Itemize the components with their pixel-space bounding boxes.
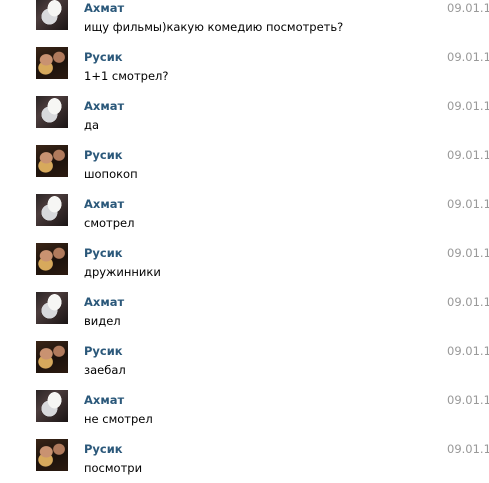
- message-text: видел: [84, 314, 121, 328]
- message-history: Ахмат ищу фильмы)какую комедию посмотрет…: [0, 0, 489, 483]
- message-row: Русик дружинники 09.01.13: [0, 238, 489, 287]
- message-row: Ахмат да 09.01.13: [0, 91, 489, 140]
- message-date[interactable]: 09.01.13: [447, 99, 489, 113]
- message-row: Русик 1+1 смотрел? 09.01.13: [0, 42, 489, 91]
- message-row: Ахмат ищу фильмы)какую комедию посмотрет…: [0, 0, 489, 42]
- author-link[interactable]: Русик: [84, 50, 123, 64]
- message-date[interactable]: 09.01.13: [447, 344, 489, 358]
- message-text: 1+1 смотрел?: [84, 69, 169, 83]
- avatar[interactable]: [36, 47, 68, 79]
- avatar[interactable]: [36, 145, 68, 177]
- avatar[interactable]: [36, 341, 68, 373]
- message-text: ищу фильмы)какую комедию посмотреть?: [84, 20, 344, 34]
- message-row: Русик заебал 09.01.13: [0, 336, 489, 385]
- message-text: заебал: [84, 363, 126, 377]
- author-link[interactable]: Русик: [84, 344, 123, 358]
- message-text: не смотрел: [84, 412, 153, 426]
- message-date[interactable]: 09.01.13: [447, 50, 489, 64]
- message-date[interactable]: 09.01.13: [447, 295, 489, 309]
- author-link[interactable]: Ахмат: [84, 295, 124, 309]
- message-row: Ахмат не смотрел 09.01.13: [0, 385, 489, 434]
- message-row: Ахмат видел 09.01.13: [0, 287, 489, 336]
- message-date[interactable]: 09.01.13: [447, 246, 489, 260]
- avatar[interactable]: [36, 390, 68, 422]
- message-date[interactable]: 09.01.13: [447, 148, 489, 162]
- message-text: да: [84, 118, 99, 132]
- author-link[interactable]: Ахмат: [84, 197, 124, 211]
- avatar[interactable]: [36, 243, 68, 275]
- avatar[interactable]: [36, 0, 68, 30]
- message-date[interactable]: 09.01.13: [447, 393, 489, 407]
- author-link[interactable]: Русик: [84, 442, 123, 456]
- author-link[interactable]: Русик: [84, 246, 123, 260]
- message-row: Ахмат смотрел 09.01.13: [0, 189, 489, 238]
- message-row: Русик шопокоп 09.01.13: [0, 140, 489, 189]
- message-text: смотрел: [84, 216, 135, 230]
- author-link[interactable]: Ахмат: [84, 1, 124, 15]
- message-row: Русик посмотри 09.01.13: [0, 434, 489, 483]
- avatar[interactable]: [36, 292, 68, 324]
- author-link[interactable]: Ахмат: [84, 393, 124, 407]
- avatar[interactable]: [36, 96, 68, 128]
- avatar[interactable]: [36, 439, 68, 471]
- message-date[interactable]: 09.01.13: [447, 197, 489, 211]
- message-text: посмотри: [84, 461, 143, 475]
- message-text: шопокоп: [84, 167, 138, 181]
- message-date[interactable]: 09.01.13: [447, 1, 489, 15]
- author-link[interactable]: Русик: [84, 148, 123, 162]
- message-text: дружинники: [84, 265, 161, 279]
- message-date[interactable]: 09.01.13: [447, 442, 489, 456]
- author-link[interactable]: Ахмат: [84, 99, 124, 113]
- avatar[interactable]: [36, 194, 68, 226]
